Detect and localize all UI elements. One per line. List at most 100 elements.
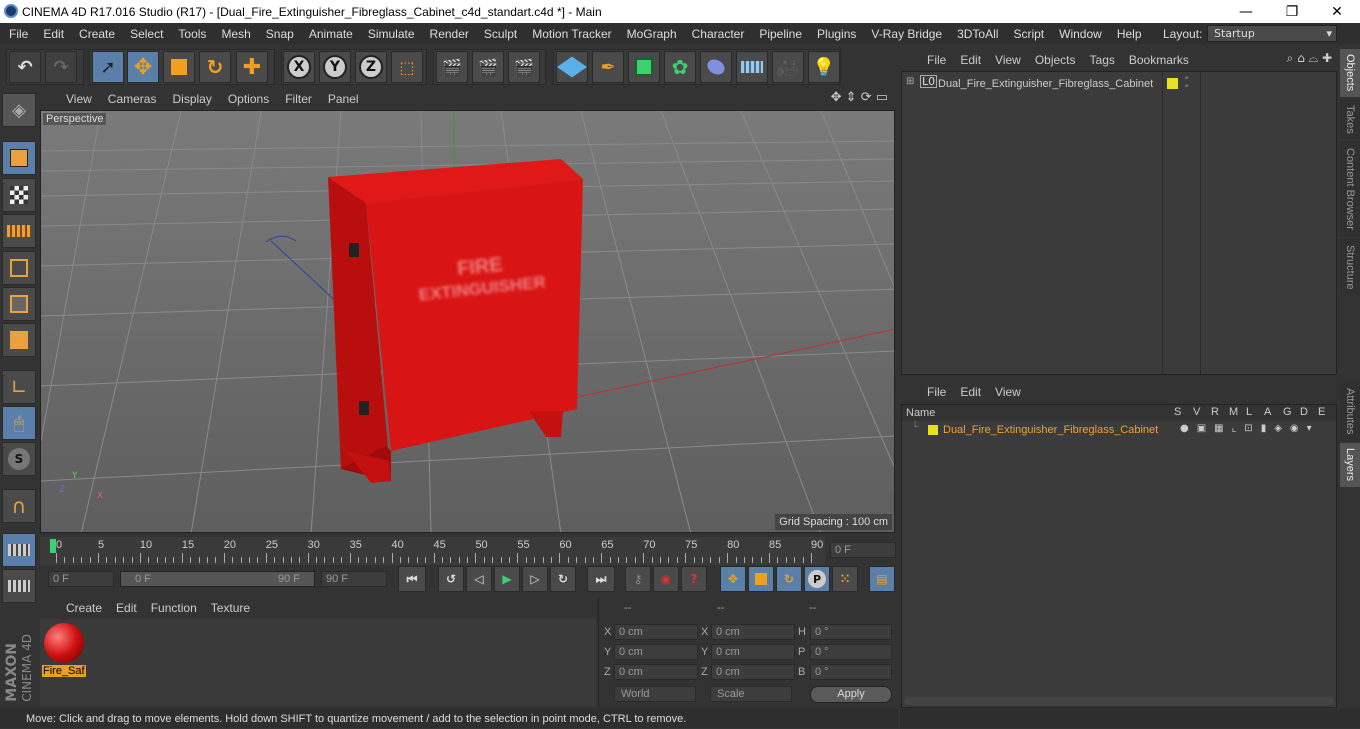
- position-z-field[interactable]: 0 cm: [614, 664, 698, 680]
- horizontal-scrollbar[interactable]: [904, 697, 1334, 705]
- menu-animate[interactable]: Animate: [302, 27, 361, 41]
- layer-menu-file[interactable]: File: [927, 385, 946, 399]
- position-x-field[interactable]: 0 cm: [614, 624, 698, 640]
- world-dropdown[interactable]: World: [614, 686, 696, 702]
- floor-button[interactable]: [736, 51, 768, 83]
- locked-workplane-button[interactable]: [2, 533, 36, 567]
- material-menu-create[interactable]: Create: [66, 601, 102, 615]
- rotate-tool-button[interactable]: ↻: [199, 51, 231, 83]
- scale-dropdown[interactable]: Scale: [710, 686, 792, 702]
- timeline[interactable]: 0 5 10 15 20 25 30 35 40 45 50 55 60 65 70 75 80 85 90: [40, 537, 825, 565]
- polygons-mode-button[interactable]: [2, 323, 36, 357]
- planar-workplane-button[interactable]: [2, 569, 36, 603]
- object-menu-objects[interactable]: Objects: [1035, 53, 1076, 67]
- next-frame-button[interactable]: ▷: [522, 566, 548, 592]
- menu-character[interactable]: Character: [685, 27, 753, 41]
- key-move-button[interactable]: ✥: [720, 566, 746, 592]
- texture-mode-button[interactable]: [2, 178, 36, 212]
- menu-file[interactable]: File: [2, 27, 36, 41]
- layer-column-header[interactable]: L: [1246, 406, 1252, 418]
- layer-column-header[interactable]: G: [1283, 406, 1292, 418]
- object-row[interactable]: ⊞ L0 Dual_Fire_Extinguisher_Fibreglass_C…: [902, 75, 1338, 93]
- tab-objects[interactable]: Objects: [1340, 49, 1360, 97]
- apply-button[interactable]: Apply: [810, 686, 892, 703]
- menu-create[interactable]: Create: [72, 27, 123, 41]
- tab-structure[interactable]: Structure: [1340, 239, 1360, 295]
- last-tool-button[interactable]: ✚: [236, 51, 268, 83]
- menu-simulate[interactable]: Simulate: [361, 27, 423, 41]
- deformer-button[interactable]: [700, 51, 732, 83]
- prev-key-button[interactable]: ↺: [438, 566, 464, 592]
- viewport-menu-panel[interactable]: Panel: [328, 92, 359, 106]
- viewport-menu-cameras[interactable]: Cameras: [108, 92, 157, 106]
- layout-dropdown[interactable]: Startup ▾: [1207, 25, 1337, 42]
- cloner-button[interactable]: ✿: [664, 51, 696, 83]
- menu-3dtoall[interactable]: 3DToAll: [950, 27, 1006, 41]
- key-scale-button[interactable]: [748, 566, 774, 592]
- layer-column-header[interactable]: A: [1264, 406, 1271, 418]
- menu-tools[interactable]: Tools: [171, 27, 214, 41]
- goto-start-button[interactable]: ⏮: [398, 566, 426, 592]
- close-button[interactable]: ✕: [1314, 0, 1360, 23]
- menu-select[interactable]: Select: [123, 27, 171, 41]
- coord-system-button[interactable]: ⬚: [391, 51, 423, 83]
- layer-column-header[interactable]: S: [1174, 406, 1181, 418]
- light-button[interactable]: 💡: [808, 51, 840, 83]
- menu-window[interactable]: Window: [1052, 27, 1110, 41]
- layer-column-header[interactable]: V: [1193, 406, 1200, 418]
- key-pla-button[interactable]: ⁙: [832, 566, 858, 592]
- object-menu-tags[interactable]: Tags: [1090, 53, 1115, 67]
- redo-button[interactable]: ↷: [45, 51, 77, 83]
- solo-button[interactable]: S: [2, 442, 36, 476]
- layer-menu-view[interactable]: View: [995, 385, 1021, 399]
- axis-mode-button[interactable]: ∟: [2, 370, 36, 404]
- end-frame-field[interactable]: 90 F: [321, 571, 387, 587]
- range-slider[interactable]: 0 F 90 F: [120, 571, 315, 587]
- points-mode-button[interactable]: [2, 251, 36, 285]
- minimize-button[interactable]: —: [1223, 0, 1269, 23]
- current-frame-field[interactable]: 0 F: [830, 542, 896, 558]
- make-editable-button[interactable]: ◈: [2, 93, 36, 127]
- layer-row[interactable]: └ Dual_Fire_Extinguisher_Fibreglass_Cabi…: [902, 422, 1336, 439]
- select-tool-button[interactable]: ➚: [92, 51, 124, 83]
- play-button[interactable]: ▶: [494, 566, 520, 592]
- model-mode-button[interactable]: [2, 141, 36, 175]
- tab-attributes[interactable]: Attributes: [1340, 381, 1360, 441]
- size-x-field[interactable]: 0 cm: [711, 624, 795, 640]
- size-z-field[interactable]: 0 cm: [711, 664, 795, 680]
- next-key-button[interactable]: ↻: [550, 566, 576, 592]
- tweak-mode-button[interactable]: 🖱: [2, 406, 36, 440]
- material-menu-edit[interactable]: Edit: [116, 601, 137, 615]
- move-tool-button[interactable]: ✥: [127, 51, 159, 83]
- rotation-p-field[interactable]: 0 °: [810, 644, 892, 660]
- menu-plugins[interactable]: Plugins: [810, 27, 864, 41]
- scale-tool-button[interactable]: [163, 51, 195, 83]
- edges-mode-button[interactable]: [2, 287, 36, 321]
- object-menu-edit[interactable]: Edit: [960, 53, 981, 67]
- layer-column-header[interactable]: D: [1300, 406, 1308, 418]
- undo-button[interactable]: ↶: [9, 51, 41, 83]
- render-picture-viewer-button[interactable]: 🎬: [472, 51, 504, 83]
- object-manager-nav-icons[interactable]: ⌕ ⌂ ⌓ ✚: [1287, 51, 1332, 66]
- viewport-menu-filter[interactable]: Filter: [285, 92, 312, 106]
- y-axis-button[interactable]: Y: [319, 51, 351, 83]
- layer-column-header[interactable]: M: [1229, 406, 1238, 418]
- material-menu-texture[interactable]: Texture: [211, 601, 250, 615]
- autokey-button[interactable]: ◉: [653, 566, 679, 592]
- prev-frame-button[interactable]: ◁: [466, 566, 492, 592]
- material-menu-function[interactable]: Function: [151, 601, 197, 615]
- start-frame-field[interactable]: 0 F: [48, 571, 114, 587]
- menu-mesh[interactable]: Mesh: [214, 27, 258, 41]
- menu-motion-tracker[interactable]: Motion Tracker: [525, 27, 619, 41]
- menu-mograph[interactable]: MoGraph: [620, 27, 685, 41]
- key-param-button[interactable]: P: [804, 566, 830, 592]
- x-axis-button[interactable]: X: [283, 51, 315, 83]
- tab-layers[interactable]: Layers: [1340, 443, 1360, 487]
- goto-end-button[interactable]: ⏭: [587, 566, 615, 592]
- pen-button[interactable]: ✒: [592, 51, 624, 83]
- help-key-button[interactable]: ?: [681, 566, 707, 592]
- render-view-button[interactable]: 🎬: [436, 51, 468, 83]
- material-swatch[interactable]: Fire_Saf: [42, 621, 86, 679]
- cube-button[interactable]: [556, 51, 588, 83]
- viewport[interactable]: FIRE EXTINGUISHER Perspective Grid Spaci…: [40, 110, 895, 533]
